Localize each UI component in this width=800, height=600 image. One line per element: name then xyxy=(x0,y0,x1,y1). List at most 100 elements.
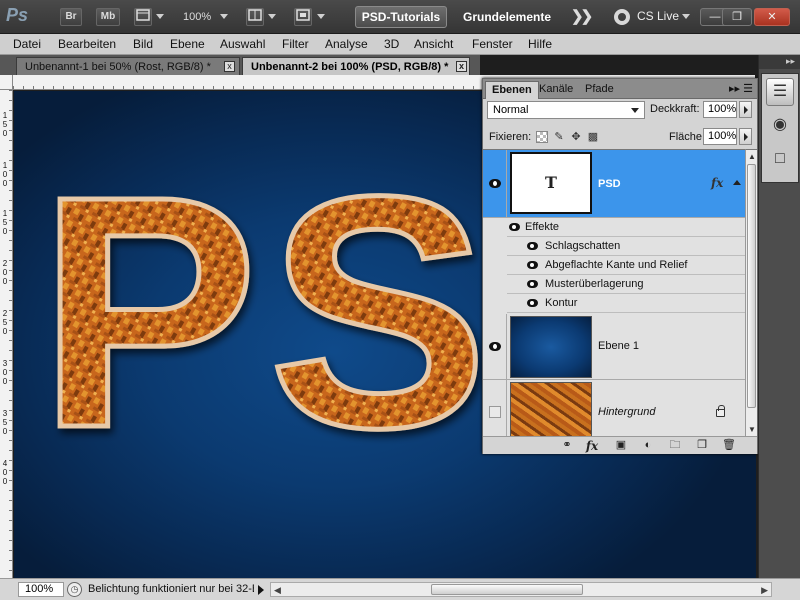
layer-hintergrund[interactable]: Hintergrund xyxy=(483,380,745,436)
menu-filter[interactable]: Filter xyxy=(282,37,309,51)
visibility-toggle[interactable] xyxy=(483,314,507,379)
chevron-down-icon[interactable] xyxy=(268,14,276,19)
adjustment-layer-icon[interactable]: ◐ xyxy=(641,439,655,452)
lock-transparency-icon[interactable] xyxy=(536,131,548,143)
tab-pfade[interactable]: Pfade xyxy=(579,81,620,99)
fx-icon[interactable]: fx xyxy=(711,176,723,190)
scroll-down-icon[interactable]: ▼ xyxy=(748,425,756,434)
chevron-down-icon[interactable] xyxy=(682,14,690,19)
eye-icon[interactable] xyxy=(527,280,538,288)
chevron-down-icon[interactable] xyxy=(156,14,164,19)
add-mask-icon[interactable]: ▣ xyxy=(614,439,628,452)
menu-ansicht[interactable]: Ansicht xyxy=(414,37,453,51)
add-layer-style-icon[interactable]: fx xyxy=(585,439,599,453)
eye-icon[interactable] xyxy=(489,342,501,351)
vertical-scroll-thumb[interactable] xyxy=(747,164,756,408)
new-layer-icon[interactable]: ❐ xyxy=(695,439,709,452)
cs-live-label[interactable]: CS Live xyxy=(637,9,679,23)
adjustments-panel-icon[interactable]: ◉ xyxy=(766,112,794,140)
ruler-origin[interactable] xyxy=(0,75,13,90)
dock-header[interactable]: ▸▸ xyxy=(759,55,800,69)
layer-ebene-1[interactable]: Ebene 1 xyxy=(483,314,745,380)
layer-name[interactable]: Hintergrund xyxy=(598,406,655,418)
menu-bearbeiten[interactable]: Bearbeiten xyxy=(58,37,116,51)
layer-name[interactable]: Ebene 1 xyxy=(598,340,639,352)
layers-list: T PSD fx Effekte Schlagschatten Abgeflac… xyxy=(483,149,745,436)
document-info-icon[interactable]: ◷ xyxy=(67,582,82,597)
menu-hilfe[interactable]: Hilfe xyxy=(528,37,552,51)
tab-kanaele[interactable]: Kanäle xyxy=(533,81,579,99)
transform-panel-icon[interactable]: □ xyxy=(766,146,794,174)
eye-icon[interactable] xyxy=(489,179,501,188)
scroll-right-icon[interactable]: ▶ xyxy=(761,585,768,596)
workspace-grundelemente[interactable]: Grundelemente xyxy=(463,8,551,26)
link-layers-icon[interactable]: ⚭ xyxy=(560,439,574,452)
layer-thumbnail[interactable] xyxy=(510,316,592,378)
effect-pattern-overlay[interactable]: Musterüberlagerung xyxy=(507,275,745,294)
menu-ebene[interactable]: Ebene xyxy=(170,37,205,51)
layer-name[interactable]: PSD xyxy=(598,178,621,190)
fill-slider-arrow[interactable] xyxy=(739,128,752,145)
eye-icon[interactable] xyxy=(509,223,520,231)
tab-ebenen[interactable]: Ebenen xyxy=(485,81,539,99)
effect-bevel-emboss[interactable]: Abgeflachte Kante und Relief xyxy=(507,256,745,275)
layer-psd[interactable]: T PSD fx xyxy=(483,150,745,218)
scroll-up-icon[interactable]: ▲ xyxy=(748,152,756,161)
workspace-psd-tutorials-button[interactable]: PSD-Tutorials xyxy=(355,6,447,28)
zoom-level-select[interactable]: 100% xyxy=(183,8,211,26)
status-menu-arrow-icon[interactable] xyxy=(258,585,264,595)
effects-group[interactable]: Effekte xyxy=(507,218,745,237)
layers-vertical-scrollbar[interactable]: ▲ ▼ xyxy=(745,149,757,436)
lock-image-pixels-icon[interactable]: ✎ xyxy=(553,131,565,143)
minibridge-button[interactable]: Mb xyxy=(96,8,120,26)
opacity-slider-arrow[interactable] xyxy=(739,101,752,118)
horizontal-scroll-thumb[interactable] xyxy=(431,584,583,595)
menu-3d[interactable]: 3D xyxy=(384,37,399,51)
tab-unbenannt-2[interactable]: Unbenannt-2 bei 100% (PSD, RGB/8) * x xyxy=(242,57,470,75)
collapse-dock-icon[interactable]: ▸▸ xyxy=(786,56,795,67)
arrange-documents-button[interactable] xyxy=(246,8,264,26)
restore-button[interactable]: ❐ xyxy=(722,8,752,26)
close-tab-icon[interactable]: x xyxy=(456,61,467,72)
menu-fenster[interactable]: Fenster xyxy=(472,37,513,51)
visibility-toggle[interactable] xyxy=(483,150,507,217)
panel-menu-icon[interactable]: ▸▸ ☰ xyxy=(729,82,753,95)
ruler-digit: 0 xyxy=(2,170,8,179)
collapse-effects-icon[interactable] xyxy=(733,180,741,185)
menu-analyse[interactable]: Analyse xyxy=(325,37,368,51)
eye-icon[interactable] xyxy=(527,299,538,307)
scroll-left-icon[interactable]: ◀ xyxy=(274,585,281,596)
lock-all-icon[interactable]: ▩ xyxy=(587,131,599,143)
menu-auswahl[interactable]: Auswahl xyxy=(220,37,265,51)
eye-icon[interactable] xyxy=(527,242,538,250)
cs-live-icon[interactable] xyxy=(614,9,630,25)
effect-drop-shadow[interactable]: Schlagschatten xyxy=(507,237,745,256)
vertical-ruler[interactable]: 1 5 0 1 0 0 1 5 0 2 0 0 2 5 0 3 0 0 3 5 … xyxy=(0,90,13,578)
new-group-icon[interactable]: 🗀 xyxy=(668,439,682,452)
layers-panel-icon[interactable]: ☰ xyxy=(766,78,794,106)
blend-mode-select[interactable]: Normal xyxy=(487,101,645,119)
opacity-input[interactable]: 100% xyxy=(703,101,737,118)
delete-layer-icon[interactable]: 🗑 xyxy=(722,439,736,452)
menu-bild[interactable]: Bild xyxy=(133,37,153,51)
eye-icon[interactable] xyxy=(527,261,538,269)
layer-thumbnail[interactable]: T xyxy=(510,152,592,214)
more-workspaces-icon[interactable]: ❯❯ xyxy=(571,7,593,25)
horizontal-scrollbar[interactable]: ◀ ▶ xyxy=(270,582,772,597)
visibility-toggle[interactable] xyxy=(483,380,507,436)
close-window-button[interactable]: ✕ xyxy=(754,8,790,26)
tab-unbenannt-1[interactable]: Unbenannt-1 bei 50% (Rost, RGB/8) * x xyxy=(16,57,240,75)
bridge-button[interactable]: Br xyxy=(60,8,82,26)
lock-position-icon[interactable]: ✥ xyxy=(570,131,582,143)
hidden-visibility-box[interactable] xyxy=(489,406,501,418)
chevron-down-icon[interactable] xyxy=(317,14,325,19)
screen-mode-button[interactable] xyxy=(294,8,312,26)
menu-datei[interactable]: Datei xyxy=(13,37,41,51)
layer-thumbnail[interactable] xyxy=(510,382,592,436)
effect-stroke[interactable]: Kontur xyxy=(507,294,745,313)
chevron-down-icon[interactable] xyxy=(220,14,228,19)
view-extras-button[interactable] xyxy=(134,8,152,26)
close-tab-icon[interactable]: x xyxy=(224,61,235,72)
status-zoom-input[interactable]: 100% xyxy=(18,582,64,597)
fill-input[interactable]: 100% xyxy=(703,128,737,145)
